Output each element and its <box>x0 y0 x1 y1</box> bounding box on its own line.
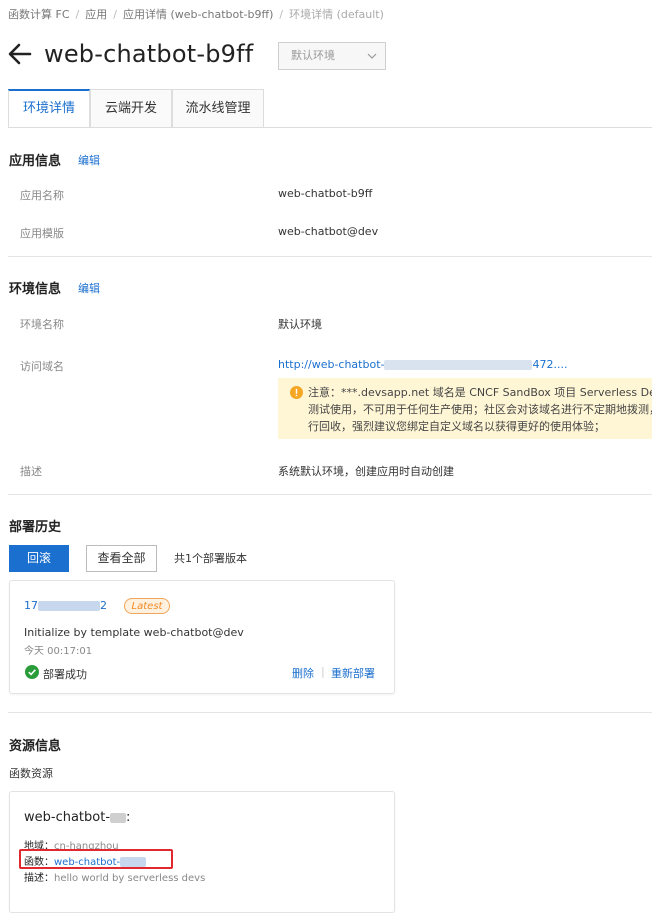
domain-link-suffix: 472.... <box>532 358 568 371</box>
notice-line: 测试使用，不可用于任何生产使用；社区会对该域名进行不定期地拨测， <box>308 403 652 416</box>
view-all-button[interactable]: 查看全部 <box>86 545 157 572</box>
highlight-box <box>19 849 173 869</box>
version-id-prefix: 17 <box>24 599 38 612</box>
success-check-icon <box>25 665 39 679</box>
env-name-label: 环境名称 <box>20 318 64 331</box>
deploy-status: 部署成功 <box>43 668 87 681</box>
domain-link-prefix: http://web-chatbot- <box>278 358 385 371</box>
tab-pipeline[interactable]: 流水线管理 <box>172 89 264 127</box>
app-name-label: 应用名称 <box>20 189 64 202</box>
breadcrumb-app-detail[interactable]: 应用详情 (web-chatbot-b9ff) <box>123 8 273 21</box>
divider <box>8 494 652 495</box>
app-info-edit-link[interactable]: 编辑 <box>78 152 100 168</box>
domain-warning-notice: 注意：***.devsapp.net 域名是 CNCF SandBox 项目 S… <box>278 378 652 439</box>
app-template-label: 应用模版 <box>20 227 64 240</box>
chevron-down-icon <box>367 53 377 59</box>
warning-icon <box>290 386 303 399</box>
divider <box>8 256 652 257</box>
breadcrumb-env-detail: 环境详情 (default) <box>289 8 384 21</box>
breadcrumb-separator: / <box>75 8 80 21</box>
back-arrow-icon[interactable] <box>6 40 34 68</box>
app-template-value: web-chatbot@dev <box>278 225 379 238</box>
resource-name-prefix: web-chatbot- <box>24 810 111 825</box>
deploy-count-text: 共1个部署版本 <box>174 552 247 565</box>
rollback-button[interactable]: 回滚 <box>9 545 69 572</box>
tab-divider <box>8 127 652 128</box>
latest-badge: Latest <box>124 598 170 614</box>
breadcrumb-app[interactable]: 应用 <box>85 8 107 21</box>
resource-desc-row: 描述：hello world by serverless devs <box>24 869 205 884</box>
resource-name-suffix: : <box>126 810 131 825</box>
divider <box>8 712 652 713</box>
env-info-edit-link[interactable]: 编辑 <box>78 280 100 296</box>
delete-link[interactable]: 删除 <box>292 665 314 681</box>
version-id-link[interactable]: 17 2 <box>24 599 107 612</box>
resource-name: web-chatbot-: <box>24 810 130 825</box>
notice-line: 注意：***.devsapp.net 域名是 CNCF SandBox 项目 S… <box>308 386 652 399</box>
action-separator: | <box>321 665 325 678</box>
breadcrumb-fc[interactable]: 函数计算 FC <box>8 8 70 21</box>
resources-subtitle: 函数资源 <box>9 767 53 780</box>
redacted-text <box>110 812 127 823</box>
env-info-title: 环境信息 <box>9 282 62 297</box>
deploy-description: Initialize by template web-chatbot@dev <box>24 626 244 639</box>
env-name-value: 默认环境 <box>278 318 322 331</box>
page-title: web-chatbot-b9ff <box>44 40 254 68</box>
env-desc-label: 描述 <box>20 465 42 478</box>
version-id-suffix: 2 <box>100 599 107 612</box>
environment-select-value: 默认环境 <box>291 49 335 62</box>
resource-desc-label: 描述： <box>24 873 54 884</box>
resource-desc-value: hello world by serverless devs <box>54 873 206 884</box>
breadcrumb-separator: / <box>279 8 284 21</box>
deploy-history-title: 部署历史 <box>9 520 62 535</box>
env-desc-value: 系统默认环境，创建应用时自动创建 <box>278 465 454 478</box>
deploy-version-card: 17 2 Latest Initialize by template web-ch… <box>9 580 395 694</box>
app-name-value: web-chatbot-b9ff <box>278 187 373 200</box>
notice-line: 行回收，强烈建议您绑定自定义域名以获得更好的使用体验； <box>308 420 605 433</box>
redacted-text <box>38 601 100 611</box>
app-info-title: 应用信息 <box>9 154 62 169</box>
domain-label: 访问域名 <box>20 360 64 373</box>
domain-link[interactable]: http://web-chatbot- 472.... <box>278 358 567 371</box>
redeploy-link[interactable]: 重新部署 <box>331 665 375 681</box>
breadcrumb-separator: / <box>113 8 117 21</box>
redacted-text <box>384 360 533 370</box>
tab-cloud-dev[interactable]: 云端开发 <box>90 89 172 127</box>
tab-env-detail[interactable]: 环境详情 <box>8 89 90 127</box>
breadcrumb: 函数计算 FC / 应用 / 应用详情 (web-chatbot-b9ff) / 环境详情 … <box>8 6 384 22</box>
function-resource-card: web-chatbot-: 地域：cn-hangzhou 函数：web-chat… <box>9 791 395 913</box>
environment-select[interactable]: 默认环境 <box>278 42 386 70</box>
deploy-time: 今天 00:17:01 <box>24 646 93 657</box>
resources-title: 资源信息 <box>9 739 62 754</box>
